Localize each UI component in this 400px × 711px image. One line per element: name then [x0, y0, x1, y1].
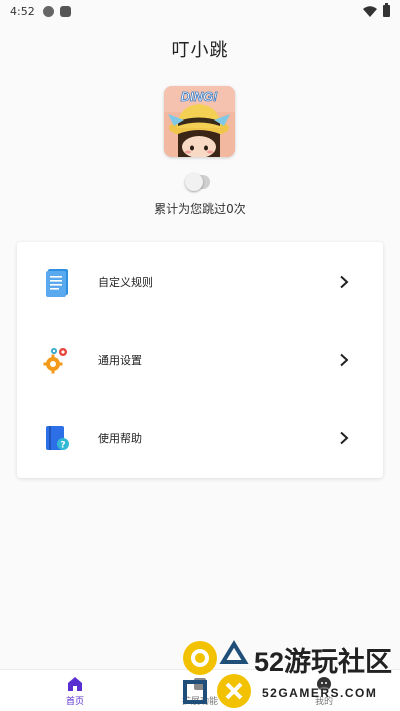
chevron-right-icon [340, 275, 349, 289]
watermark: 52游玩社区 52GAMERS.COM [178, 634, 400, 711]
menu-item-custom-rules[interactable]: 自定义规则 [17, 243, 383, 321]
logo-text: DING! [181, 89, 219, 104]
menu-item-label: 自定义规则 [98, 276, 153, 289]
help-book-icon: ? [46, 426, 69, 451]
skip-count-text: 累计为您跳过0次 [154, 202, 246, 216]
app-logo: DING! [164, 86, 235, 157]
watermark-logo-icon [183, 640, 251, 708]
chevron-right-icon [340, 431, 349, 445]
toggle-knob [185, 173, 203, 191]
home-icon [68, 677, 82, 691]
menu-item-label: 通用设置 [98, 354, 142, 367]
menu-item-label: 使用帮助 [98, 432, 142, 445]
menu-card: 自定义规则 通用设置 ? 使用帮助 [17, 242, 383, 478]
nav-label: 首页 [65, 697, 84, 707]
menu-item-help[interactable]: ? 使用帮助 [17, 399, 383, 477]
watermark-title: 52游玩社区 [254, 647, 393, 677]
notification-icon [42, 5, 54, 17]
app-notification-icon [59, 5, 71, 17]
menu-item-general-settings[interactable]: 通用设置 [17, 321, 383, 399]
wifi-icon [363, 5, 377, 17]
chevron-right-icon [340, 353, 349, 367]
skip-service-toggle[interactable] [185, 173, 210, 191]
battery-icon [383, 3, 390, 17]
svg-text:?: ? [60, 441, 65, 451]
status-time: 4:52 [10, 4, 35, 18]
gears-icon [43, 348, 67, 374]
nav-item-home[interactable]: 首页 [35, 676, 115, 707]
page-title: 叮小跳 [171, 40, 229, 61]
status-bar: 4:52 [0, 0, 400, 22]
watermark-subtitle: 52GAMERS.COM [262, 686, 378, 700]
document-icon [46, 269, 68, 297]
